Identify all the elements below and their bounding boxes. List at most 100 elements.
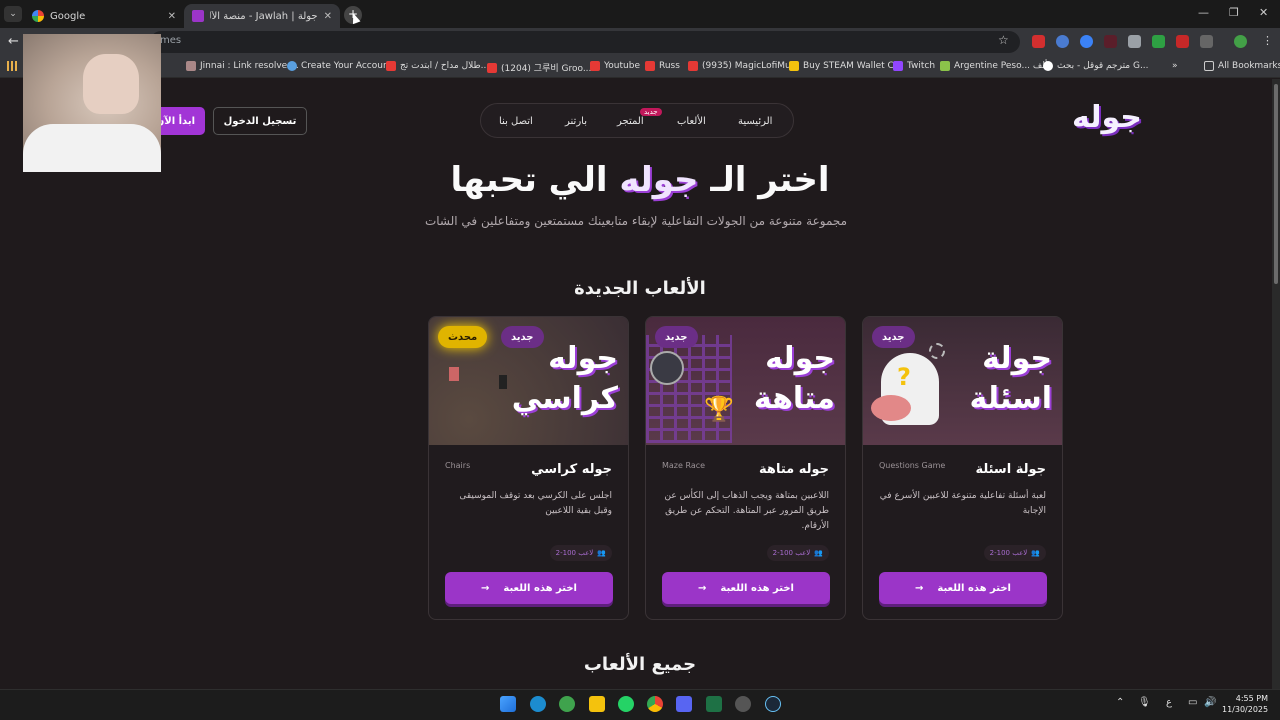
jawlah-favicon	[192, 10, 204, 22]
card-title: جولة اسئلة	[975, 462, 1046, 477]
bookmark-item[interactable]: Create Your Account	[287, 61, 392, 71]
address-text: mes	[160, 35, 182, 46]
card-subtitle: Chairs	[445, 461, 471, 470]
close-window-icon[interactable]: ✕	[1259, 6, 1268, 19]
new-games-heading: الألعاب الجديدة	[574, 278, 706, 299]
bookmark-item[interactable]: (9935) MagicLofiMu...	[688, 61, 799, 71]
users-icon: 👥	[814, 549, 823, 557]
whatsapp-icon[interactable]	[618, 696, 634, 712]
game-card-maze[interactable]: جوله متاهة 🏆 جديد جوله متاهة Maze Race ا…	[645, 316, 846, 620]
tab-title: Google	[50, 10, 86, 22]
bookmark-item[interactable]: طلال مداح / ابتدت تج...	[386, 61, 489, 71]
extension-red-icon[interactable]	[1032, 35, 1045, 48]
badge-new: جديد	[655, 326, 698, 348]
game-card-questions[interactable]: جولة اسئلة ? جديد جولة اسئلة Questions G…	[862, 316, 1063, 620]
bookmark-item[interactable]: Argentine Peso... ألف	[940, 61, 1047, 71]
bookmark-item[interactable]: مترجم قوقل - بحث G...	[1043, 61, 1149, 71]
edge-icon[interactable]	[530, 696, 546, 712]
input-language[interactable]: ع	[1166, 697, 1172, 708]
extension-blue-icon[interactable]	[1056, 35, 1069, 48]
maximize-icon[interactable]: ❐	[1229, 6, 1239, 19]
badge-updated: محدث	[438, 326, 488, 348]
google-icon	[32, 10, 44, 22]
all-bookmarks[interactable]: All Bookmarks	[1204, 61, 1280, 71]
network-icon[interactable]: ▭	[1188, 697, 1197, 708]
scrollbar-thumb[interactable]	[1274, 84, 1278, 284]
arrow-right-icon: →	[481, 582, 490, 594]
back-arrow-icon[interactable]: ←	[8, 34, 19, 49]
bookmark-item[interactable]: Buy STEAM Wallet C...	[789, 61, 902, 71]
hero-title: اختر الـ جوله الي تحبها	[450, 160, 830, 200]
badge-new: جديد	[872, 326, 915, 348]
bookmarks-overflow-icon[interactable]: »	[1172, 61, 1178, 71]
hero-subtitle: مجموعة متنوعة من الجولات التفاعلية لإبقا…	[424, 214, 848, 228]
site-logo[interactable]: جوله	[1072, 100, 1142, 135]
arrow-right-icon: →	[698, 582, 707, 594]
twitch-icon	[893, 61, 903, 71]
bookmark-item[interactable]: Twitch	[893, 61, 935, 71]
choose-game-button[interactable]: → اختر هذه اللعبة	[445, 572, 613, 604]
clock-time: 4:55 PM	[1235, 694, 1268, 703]
address-bar[interactable]: mes ☆	[150, 31, 1020, 53]
nav-games[interactable]: الألعاب	[677, 116, 706, 127]
taskbar-clock[interactable]: 4:55 PM 11/30/2025	[1222, 693, 1268, 715]
extension-shield-icon[interactable]	[1128, 35, 1141, 48]
close-icon[interactable]: ✕	[324, 11, 332, 22]
tab-search-button[interactable]: ⌄	[4, 6, 22, 22]
bookmark-item[interactable]: Russ	[645, 61, 680, 71]
nav-partner[interactable]: بارتنر	[565, 116, 587, 127]
discord-icon[interactable]	[676, 696, 692, 712]
extensions-puzzle-icon[interactable]	[1200, 35, 1213, 48]
extension-green-icon[interactable]	[1152, 35, 1165, 48]
chair-icon	[449, 367, 459, 381]
bookmark-item[interactable]: Youtube	[590, 61, 640, 71]
tab-google[interactable]: Google ✕	[24, 4, 184, 28]
game-card-chairs[interactable]: جوله كراسي محدث جديد جوله كراسي Chairs ا…	[428, 316, 629, 620]
chrome-icon[interactable]	[647, 696, 663, 712]
profile-avatar[interactable]	[1234, 35, 1247, 48]
app-icon[interactable]	[735, 696, 751, 712]
nav-home[interactable]: الرئيسية	[738, 116, 772, 127]
shield-icon	[789, 61, 799, 71]
extension-pdf-icon[interactable]	[1176, 35, 1189, 48]
extension-translate-icon[interactable]	[1080, 35, 1093, 48]
card-title: جوله متاهة	[759, 462, 829, 477]
tab-jawlah[interactable]: جولة | Jawlah - منصة الألعاب الت... ✕	[184, 4, 340, 28]
tray-chevron-icon[interactable]: ⌃	[1116, 697, 1124, 708]
excel-icon[interactable]	[706, 696, 722, 712]
brain-pink-icon	[871, 395, 911, 421]
star-icon[interactable]: ☆	[998, 33, 1009, 47]
file-explorer-icon[interactable]	[589, 696, 605, 712]
nav-store[interactable]: المتجر	[617, 116, 644, 127]
youtube-icon	[590, 61, 600, 71]
trophy-icon: 🏆	[704, 395, 734, 423]
choose-game-button[interactable]: → اختر هذه اللعبة	[662, 572, 830, 604]
extension-dark-icon[interactable]	[1104, 35, 1117, 48]
youtube-icon	[386, 61, 396, 71]
choose-game-button[interactable]: → اختر هذه اللعبة	[879, 572, 1047, 604]
bookmark-item[interactable]: (1204) 그루비 Groo...	[487, 61, 591, 74]
minimize-icon[interactable]: —	[1198, 6, 1209, 19]
volume-icon[interactable]: 🔊	[1204, 697, 1216, 708]
players-badge: 2-100 لاعب 👥	[766, 545, 829, 561]
nav-new-badge: جديد	[640, 108, 662, 116]
youtube-icon	[487, 62, 497, 73]
login-button[interactable]: تسجيل الدخول	[213, 107, 307, 135]
menu-dots-icon[interactable]: ⋮	[1262, 34, 1273, 47]
app-green-icon[interactable]	[559, 696, 575, 712]
apps-grid-icon[interactable]	[7, 61, 17, 71]
windows-start-icon[interactable]	[500, 696, 516, 712]
bookmark-icon	[940, 61, 950, 71]
microphone-icon[interactable]: 🎙	[1138, 697, 1151, 708]
steam-icon[interactable]	[765, 696, 781, 712]
webcam-overlay	[23, 34, 161, 172]
all-games-heading: جميع الألعاب	[583, 654, 697, 675]
players-badge: 2-100 لاعب 👥	[549, 545, 612, 561]
webcam-hand	[83, 54, 139, 114]
nav-contact[interactable]: اتصل بنا	[499, 116, 533, 127]
taskbar	[0, 689, 1280, 720]
question-mark-icon: ?	[897, 363, 911, 391]
close-icon[interactable]: ✕	[168, 11, 176, 22]
card-description: اللاعبين بمتاهة ويجب الذهاب إلى الكأس عن…	[664, 491, 829, 531]
bookmark-item[interactable]: Jinnai : Link resolver...	[186, 61, 299, 71]
